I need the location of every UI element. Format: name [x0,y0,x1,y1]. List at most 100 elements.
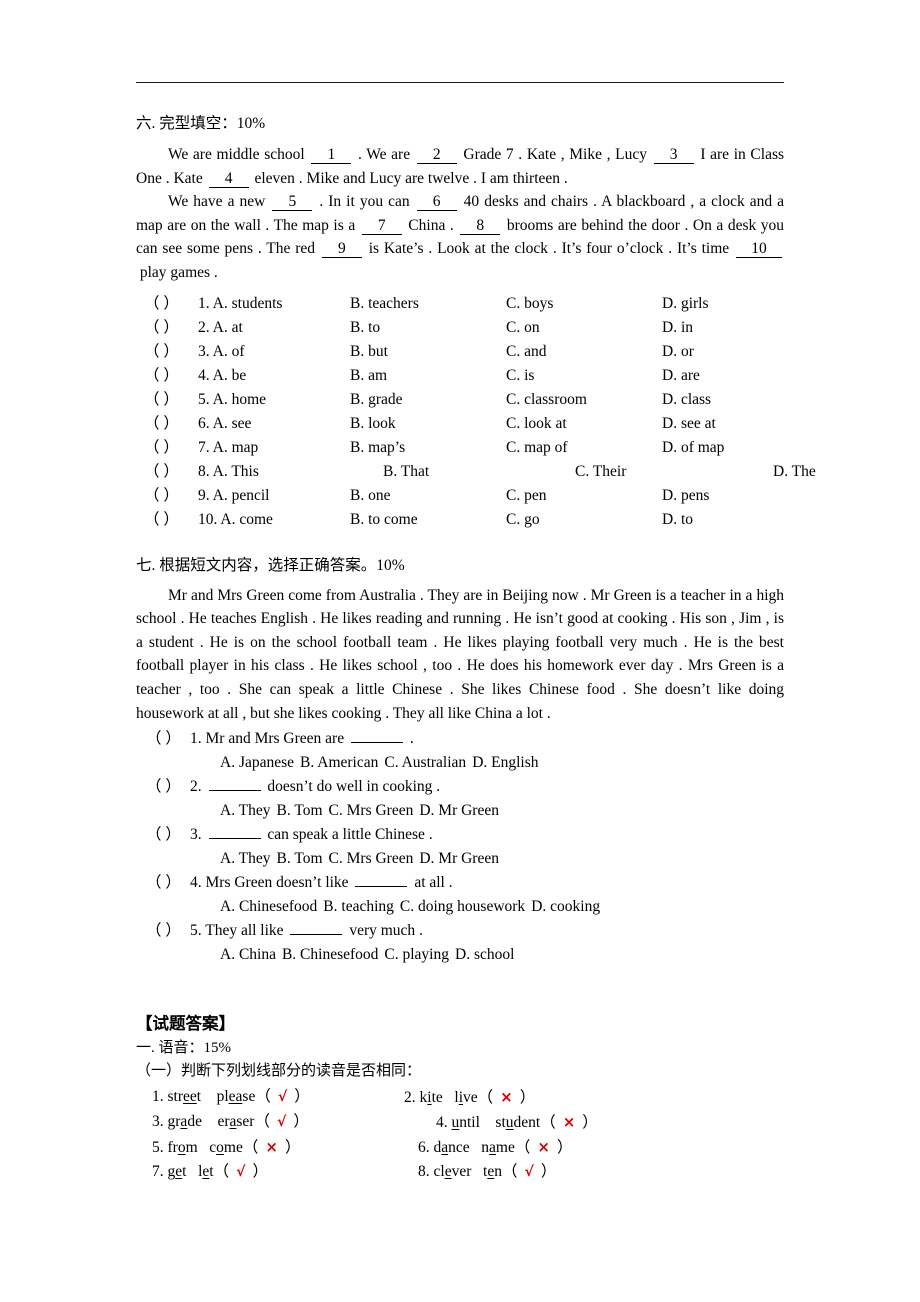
answer-paren[interactable]: （ ） [136,388,198,412]
cloze-text: China . [408,216,454,234]
choice-d[interactable]: D. English [472,751,538,775]
answer-paren[interactable]: （ ） [136,412,198,436]
choice-a[interactable]: A. They [220,799,271,823]
option-d[interactable]: D. in [662,316,818,340]
choice-c[interactable]: C. Mrs Green [329,847,414,871]
option-b[interactable]: B. grade [350,388,506,412]
cloze-blank-10[interactable]: 10 [736,241,783,259]
answer-paren[interactable]: （ ） [136,364,198,388]
answer-paren[interactable]: （ ） [136,292,198,316]
cloze-option-row[interactable]: （ ） 4. A. be B. am C. is D. are [136,364,784,388]
answer-paren[interactable]: （ ） [136,460,198,484]
answer-key-title: 【试题答案】 [136,1014,235,1034]
option-d[interactable]: D. class [662,388,818,412]
choice-c[interactable]: C. doing housework [400,895,525,919]
answer-blank[interactable] [208,825,261,840]
option-d[interactable]: D. to [662,508,818,532]
option-b[interactable]: B. That [350,460,539,484]
option-c[interactable]: C. Their [539,460,731,484]
cloze-paragraph-1: We are middle school 1 . We are 2 Grade … [136,143,784,190]
option-c[interactable]: C. boys [506,292,662,316]
answer-paren[interactable]: （ ） [136,484,198,508]
choice-b[interactable]: B. Tom [277,799,323,823]
option-d[interactable]: D. or [662,340,818,364]
answer-mark: √ [524,1164,534,1181]
answer-part-one-heading: （一）判断下列划线部分的读音是否相同： [136,1063,422,1080]
option-c[interactable]: C. on [506,316,662,340]
cloze-blank-2[interactable]: 2 [416,147,457,164]
option-b[interactable]: B. but [350,340,506,364]
option-d[interactable]: D. see at [662,412,818,436]
option-d[interactable]: D. of map [662,436,818,460]
cloze-option-row[interactable]: （ ） 2. A. at B. to C. on D. in [136,316,784,340]
cloze-blank-3[interactable]: 3 [653,147,694,164]
cloze-blank-1[interactable]: 1 [311,147,352,164]
option-c[interactable]: C. look at [506,412,662,436]
cloze-option-row[interactable]: （ ） 8. A. This B. That C. Their D. The [136,460,816,484]
answer-paren[interactable]: （ ） [136,340,198,364]
option-b[interactable]: B. look [350,412,506,436]
answer-paren[interactable]: （ ） [136,508,198,532]
option-b[interactable]: B. am [350,364,506,388]
answer-paren[interactable]: （ ） [136,775,190,799]
cloze-blank-4[interactable]: 4 [208,170,249,188]
cloze-option-row[interactable]: （ ） 6. A. see B. look C. look at D. see … [136,412,784,436]
option-b[interactable]: B. map’s [350,436,506,460]
option-d[interactable]: D. The [731,460,920,484]
reading-passage-text: Mr and Mrs Green come from Australia . T… [136,586,784,722]
cloze-option-row[interactable]: （ ） 9. A. pencil B. one C. pen D. pens [136,484,784,508]
option-c[interactable]: C. map of [506,436,662,460]
cloze-option-row[interactable]: （ ） 5. A. home B. grade C. classroom D. … [136,388,784,412]
choice-a[interactable]: A. They [220,847,271,871]
option-b[interactable]: B. teachers [350,292,506,316]
answer-blank[interactable] [355,873,408,888]
option-c[interactable]: C. classroom [506,388,662,412]
cloze-blank-8[interactable]: 8 [460,217,501,235]
option-c[interactable]: C. pen [506,484,662,508]
cloze-blank-6[interactable]: 6 [416,194,457,212]
cloze-blank-7[interactable]: 7 [361,217,402,235]
answer-paren[interactable]: （ ） [136,436,198,460]
option-b[interactable]: B. to come [350,508,506,532]
choice-d[interactable]: D. school [455,943,514,967]
choice-c[interactable]: C. Mrs Green [329,799,414,823]
answer-blank[interactable] [208,777,261,792]
choice-d[interactable]: D. cooking [531,895,600,919]
option-b[interactable]: B. one [350,484,506,508]
choice-b[interactable]: B. American [300,751,378,775]
option-c[interactable]: C. go [506,508,662,532]
answer-mark: × [562,1113,576,1132]
answer-paren[interactable]: （ ） [136,823,190,847]
choice-d[interactable]: D. Mr Green [419,799,499,823]
cloze-option-row[interactable]: （ ） 1. A. students B. teachers C. boys D… [136,292,784,316]
option-c[interactable]: C. and [506,340,662,364]
choice-c[interactable]: C. playing [384,943,449,967]
cloze-option-row[interactable]: （ ） 3. A. of B. but C. and D. or [136,340,784,364]
option-a: 1. A. students [198,294,283,312]
answer-paren[interactable]: （ ） [136,727,190,751]
answer-blank[interactable] [350,729,403,744]
choice-c[interactable]: C. Australian [384,751,466,775]
choice-a[interactable]: A. Japanese [220,751,294,775]
cloze-blank-5[interactable]: 5 [272,194,313,212]
option-c[interactable]: C. is [506,364,662,388]
choice-b[interactable]: B. teaching [323,895,394,919]
choice-d[interactable]: D. Mr Green [419,847,499,871]
answer-mark: × [537,1138,550,1157]
answer-paren[interactable]: （ ） [136,871,190,895]
option-d[interactable]: D. pens [662,484,818,508]
cloze-blank-9[interactable]: 9 [321,241,362,259]
cloze-option-row[interactable]: （ ） 10. A. come B. to come C. go D. to [136,508,784,532]
answer-blank[interactable] [290,921,343,936]
answer-paren[interactable]: （ ） [136,919,190,943]
answer-paren[interactable]: （ ） [136,316,198,340]
choice-a[interactable]: A. Chinesefood [220,895,317,919]
cloze-option-row[interactable]: （ ） 7. A. map B. map’s C. map of D. of m… [136,436,784,460]
document-page: 六. 完型填空：10% We are middle school 1 . We … [0,0,920,1302]
option-d[interactable]: D. are [662,364,818,388]
choice-a[interactable]: A. China [220,943,276,967]
option-b[interactable]: B. to [350,316,506,340]
option-d[interactable]: D. girls [662,292,818,316]
choice-b[interactable]: B. Chinesefood [282,943,378,967]
choice-b[interactable]: B. Tom [277,847,323,871]
